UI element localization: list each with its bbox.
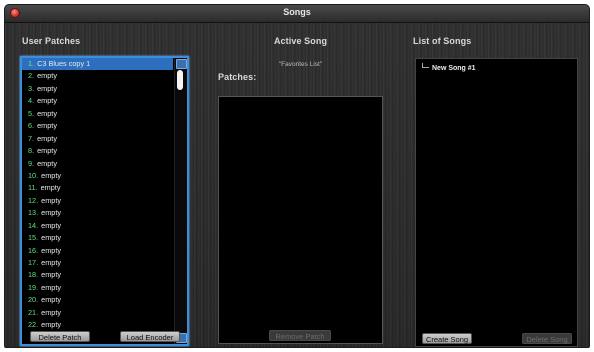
patch-number: 13. <box>28 208 39 218</box>
create-song-button[interactable]: Create Song <box>422 333 472 344</box>
patch-number: 4. <box>28 96 35 106</box>
patch-name: empty <box>41 320 62 330</box>
list-item[interactable]: 15. empty <box>22 232 173 244</box>
load-encoder-button[interactable]: Load Encoder <box>120 331 180 342</box>
user-patches-scrollbar[interactable] <box>174 58 187 344</box>
patches-heading: Patches: <box>218 72 257 82</box>
patch-name: empty <box>37 121 57 131</box>
list-item[interactable]: 19. empty <box>22 282 173 294</box>
patch-number: 12. <box>28 195 39 205</box>
list-item[interactable]: 3. empty <box>22 83 173 95</box>
patch-name: empty <box>37 71 57 81</box>
patch-name: empty <box>41 220 62 230</box>
patch-name: empty <box>37 108 57 118</box>
list-item[interactable]: 1. C3 Blues copy 1 <box>22 58 173 71</box>
patch-name: empty <box>37 96 57 106</box>
user-patches-rows: 1. C3 Blues copy 1 2. empty 3. empty 4. empty 5.… <box>22 58 173 344</box>
list-of-songs-heading: List of Songs <box>413 36 472 46</box>
list-item[interactable]: 2. empty <box>22 70 173 82</box>
window-title: Songs <box>283 7 311 17</box>
patch-number: 6. <box>28 121 35 131</box>
patch-name: empty <box>41 233 62 243</box>
list-item[interactable]: 10. empty <box>22 170 173 182</box>
scroll-up-arrow-icon[interactable] <box>176 59 187 69</box>
patch-number: 5. <box>28 108 35 118</box>
list-item[interactable]: 18. empty <box>22 269 173 281</box>
patch-name: empty <box>37 158 57 168</box>
patch-number: 18. <box>28 270 39 280</box>
patch-number: 17. <box>28 258 39 267</box>
list-item[interactable]: 4. empty <box>22 95 173 107</box>
list-item[interactable]: 12. empty <box>22 195 173 207</box>
patch-name: empty <box>41 208 62 218</box>
list-item[interactable]: 9. empty <box>22 158 173 170</box>
list-item[interactable]: 5. empty <box>22 108 173 120</box>
list-item[interactable]: 14. empty <box>22 220 173 232</box>
patch-number: 16. <box>28 245 39 255</box>
songs-list[interactable]: New Song #1 Create Song Delete Song <box>415 58 578 347</box>
patch-number: 8. <box>28 146 35 156</box>
patch-number: 22. <box>28 320 39 330</box>
list-item[interactable]: 21. empty <box>22 307 173 319</box>
delete-song-button[interactable]: Delete Song <box>522 333 572 344</box>
user-patches-heading: User Patches <box>22 36 81 46</box>
list-item[interactable]: 22. empty <box>22 319 173 331</box>
list-item[interactable]: 7. empty <box>22 133 173 145</box>
active-song-patches-list[interactable]: Remove Patch <box>218 96 383 344</box>
list-item[interactable]: 11. empty <box>22 182 173 194</box>
delete-patch-button[interactable]: Delete Patch <box>30 331 90 342</box>
list-item[interactable]: 8. empty <box>22 145 173 157</box>
patch-name: empty <box>41 245 62 255</box>
remove-patch-button[interactable]: Remove Patch <box>269 330 331 341</box>
list-item[interactable]: 17. empty <box>22 257 173 269</box>
patch-number: 2. <box>28 71 35 81</box>
active-song-heading: Active Song <box>273 36 328 46</box>
patch-name: empty <box>41 258 62 267</box>
patch-name: empty <box>40 183 61 193</box>
patch-name: empty <box>41 170 62 180</box>
patch-number: 10. <box>28 170 39 180</box>
active-song-name: "Favorites List" <box>278 61 323 68</box>
patch-name: empty <box>37 146 57 156</box>
patch-number: 11. <box>28 183 38 193</box>
list-item[interactable]: 6. empty <box>22 120 173 132</box>
patch-number: 3. <box>28 83 35 93</box>
song-tree-item[interactable]: New Song #1 <box>422 63 476 72</box>
patch-number: 19. <box>28 282 39 292</box>
patch-name: empty <box>37 83 57 93</box>
patch-name: empty <box>41 270 62 280</box>
patch-number: 21. <box>28 307 39 317</box>
patch-name: empty <box>41 282 62 292</box>
songs-window: Songs User Patches Active Song "Favorite… <box>4 4 590 348</box>
list-item[interactable]: 20. empty <box>22 294 173 306</box>
scrollbar-thumb[interactable] <box>177 70 183 90</box>
patch-name: empty <box>41 295 62 305</box>
user-patches-list[interactable]: 1. C3 Blues copy 1 2. empty 3. empty 4. empty 5.… <box>20 56 189 346</box>
title-bar[interactable]: Songs <box>5 5 589 23</box>
patch-number: 15. <box>28 233 39 243</box>
patch-number: 20. <box>28 295 39 305</box>
patch-name: C3 Blues copy 1 <box>37 59 91 68</box>
song-name: New Song #1 <box>432 65 476 72</box>
patch-name: empty <box>37 133 57 143</box>
patch-number: 9. <box>28 158 35 168</box>
patch-number: 1. <box>28 59 35 68</box>
list-item[interactable]: 16. empty <box>22 245 173 257</box>
patch-number: 14. <box>28 220 39 230</box>
patch-number: 7. <box>28 133 35 143</box>
patch-name: empty <box>41 307 62 317</box>
list-item[interactable]: 13. empty <box>22 207 173 219</box>
patch-name: empty <box>41 195 62 205</box>
tree-branch-icon <box>422 63 429 68</box>
